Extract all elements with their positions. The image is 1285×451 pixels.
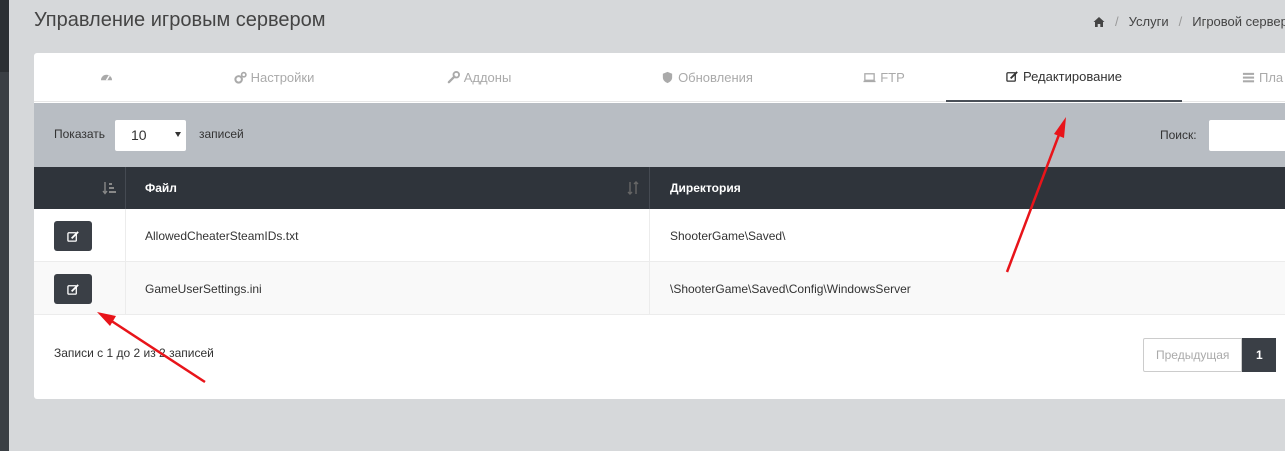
directory-cell: \ShooterGame\Saved\Config\WindowsServer [670,281,911,296]
edit-file-button[interactable] [54,274,92,304]
search-input[interactable] [1209,120,1285,151]
tab-label: FTP [880,70,905,85]
file-name-cell: AllowedCheaterSteamIDs.txt [145,228,299,243]
table-row: GameUserSettings.ini \ShooterGame\Saved\… [34,262,1285,315]
show-label: Показать [54,127,106,141]
column-divider [125,262,126,315]
column-divider [125,167,126,209]
left-strip-dark-top [0,0,9,72]
column-header-file[interactable]: Файл [145,167,177,209]
breadcrumb-separator: / [1115,14,1119,29]
column-header-label: Файл [145,181,177,195]
cogs-icon [233,71,247,84]
pagination: Предыдущая 1 [1143,338,1277,372]
list-icon [1242,72,1255,83]
tab-bar: Настройки Аддоны Обновления FTP Редактир… [34,53,1285,102]
table-row: AllowedCheaterSteamIDs.txt ShooterGame\S… [34,209,1285,262]
breadcrumb-item-game-server[interactable]: Игровой сервер [1192,14,1285,29]
table-header: Файл Директория [34,167,1285,209]
column-divider [649,167,650,209]
page-size-value: 10 [131,127,147,143]
tab-label: Аддоны [463,70,512,85]
records-label: записей [199,127,244,141]
column-divider [125,209,126,262]
column-header-label: Директория [670,181,741,195]
tab-ftp[interactable]: FTP [822,53,946,102]
breadcrumb-item-services[interactable]: Услуги [1129,14,1169,29]
column-divider [649,262,650,315]
tab-label: Настройки [250,70,315,85]
tab-label: Редактирование [1022,69,1123,84]
left-sidebar-strip [0,0,9,451]
tab-editing[interactable]: Редактирование [946,53,1182,102]
table-info: Записи с 1 до 2 из 2 записей [54,346,214,360]
laptop-icon [863,73,876,83]
file-name-cell: GameUserSettings.ini [145,281,262,296]
sort-icon[interactable] [626,181,640,195]
previous-page-button[interactable]: Предыдущая [1143,338,1243,372]
page-size-select[interactable]: 10 [115,120,186,151]
file-editor-panel: Настройки Аддоны Обновления FTP Редактир… [34,53,1285,399]
tab-label: Пла [1259,70,1284,85]
breadcrumb-separator: / [1178,14,1183,29]
directory-cell: ShooterGame\Saved\ [670,228,786,243]
tab-updates[interactable]: Обновления [592,53,822,102]
tab-settings[interactable]: Настройки [182,53,366,102]
dashboard-icon [100,74,112,81]
wrench-icon [447,71,460,84]
edit-icon [66,230,79,242]
sort-amount-icon[interactable] [102,181,116,195]
page-button-current[interactable]: 1 [1242,338,1277,372]
tab-addons[interactable]: Аддоны [366,53,592,102]
search-label: Поиск: [1160,128,1197,142]
column-header-directory[interactable]: Директория [670,167,741,209]
breadcrumb: / Услуги / Игровой сервер [1093,14,1285,29]
page-title: Управление игровым сервером [34,9,326,31]
tab-scheduler[interactable]: Пла [1182,53,1285,102]
home-icon[interactable] [1093,16,1105,28]
chevron-down-icon [175,132,181,137]
table-toolbar: Показать 10 записей Поиск: [34,103,1285,167]
edit-file-button[interactable] [54,221,92,251]
edit-icon [66,283,79,295]
tab-dashboard[interactable] [34,53,182,102]
shield-icon [662,71,673,84]
edit-icon [1006,71,1018,82]
tab-label: Обновления [678,70,753,85]
column-divider [649,209,650,262]
